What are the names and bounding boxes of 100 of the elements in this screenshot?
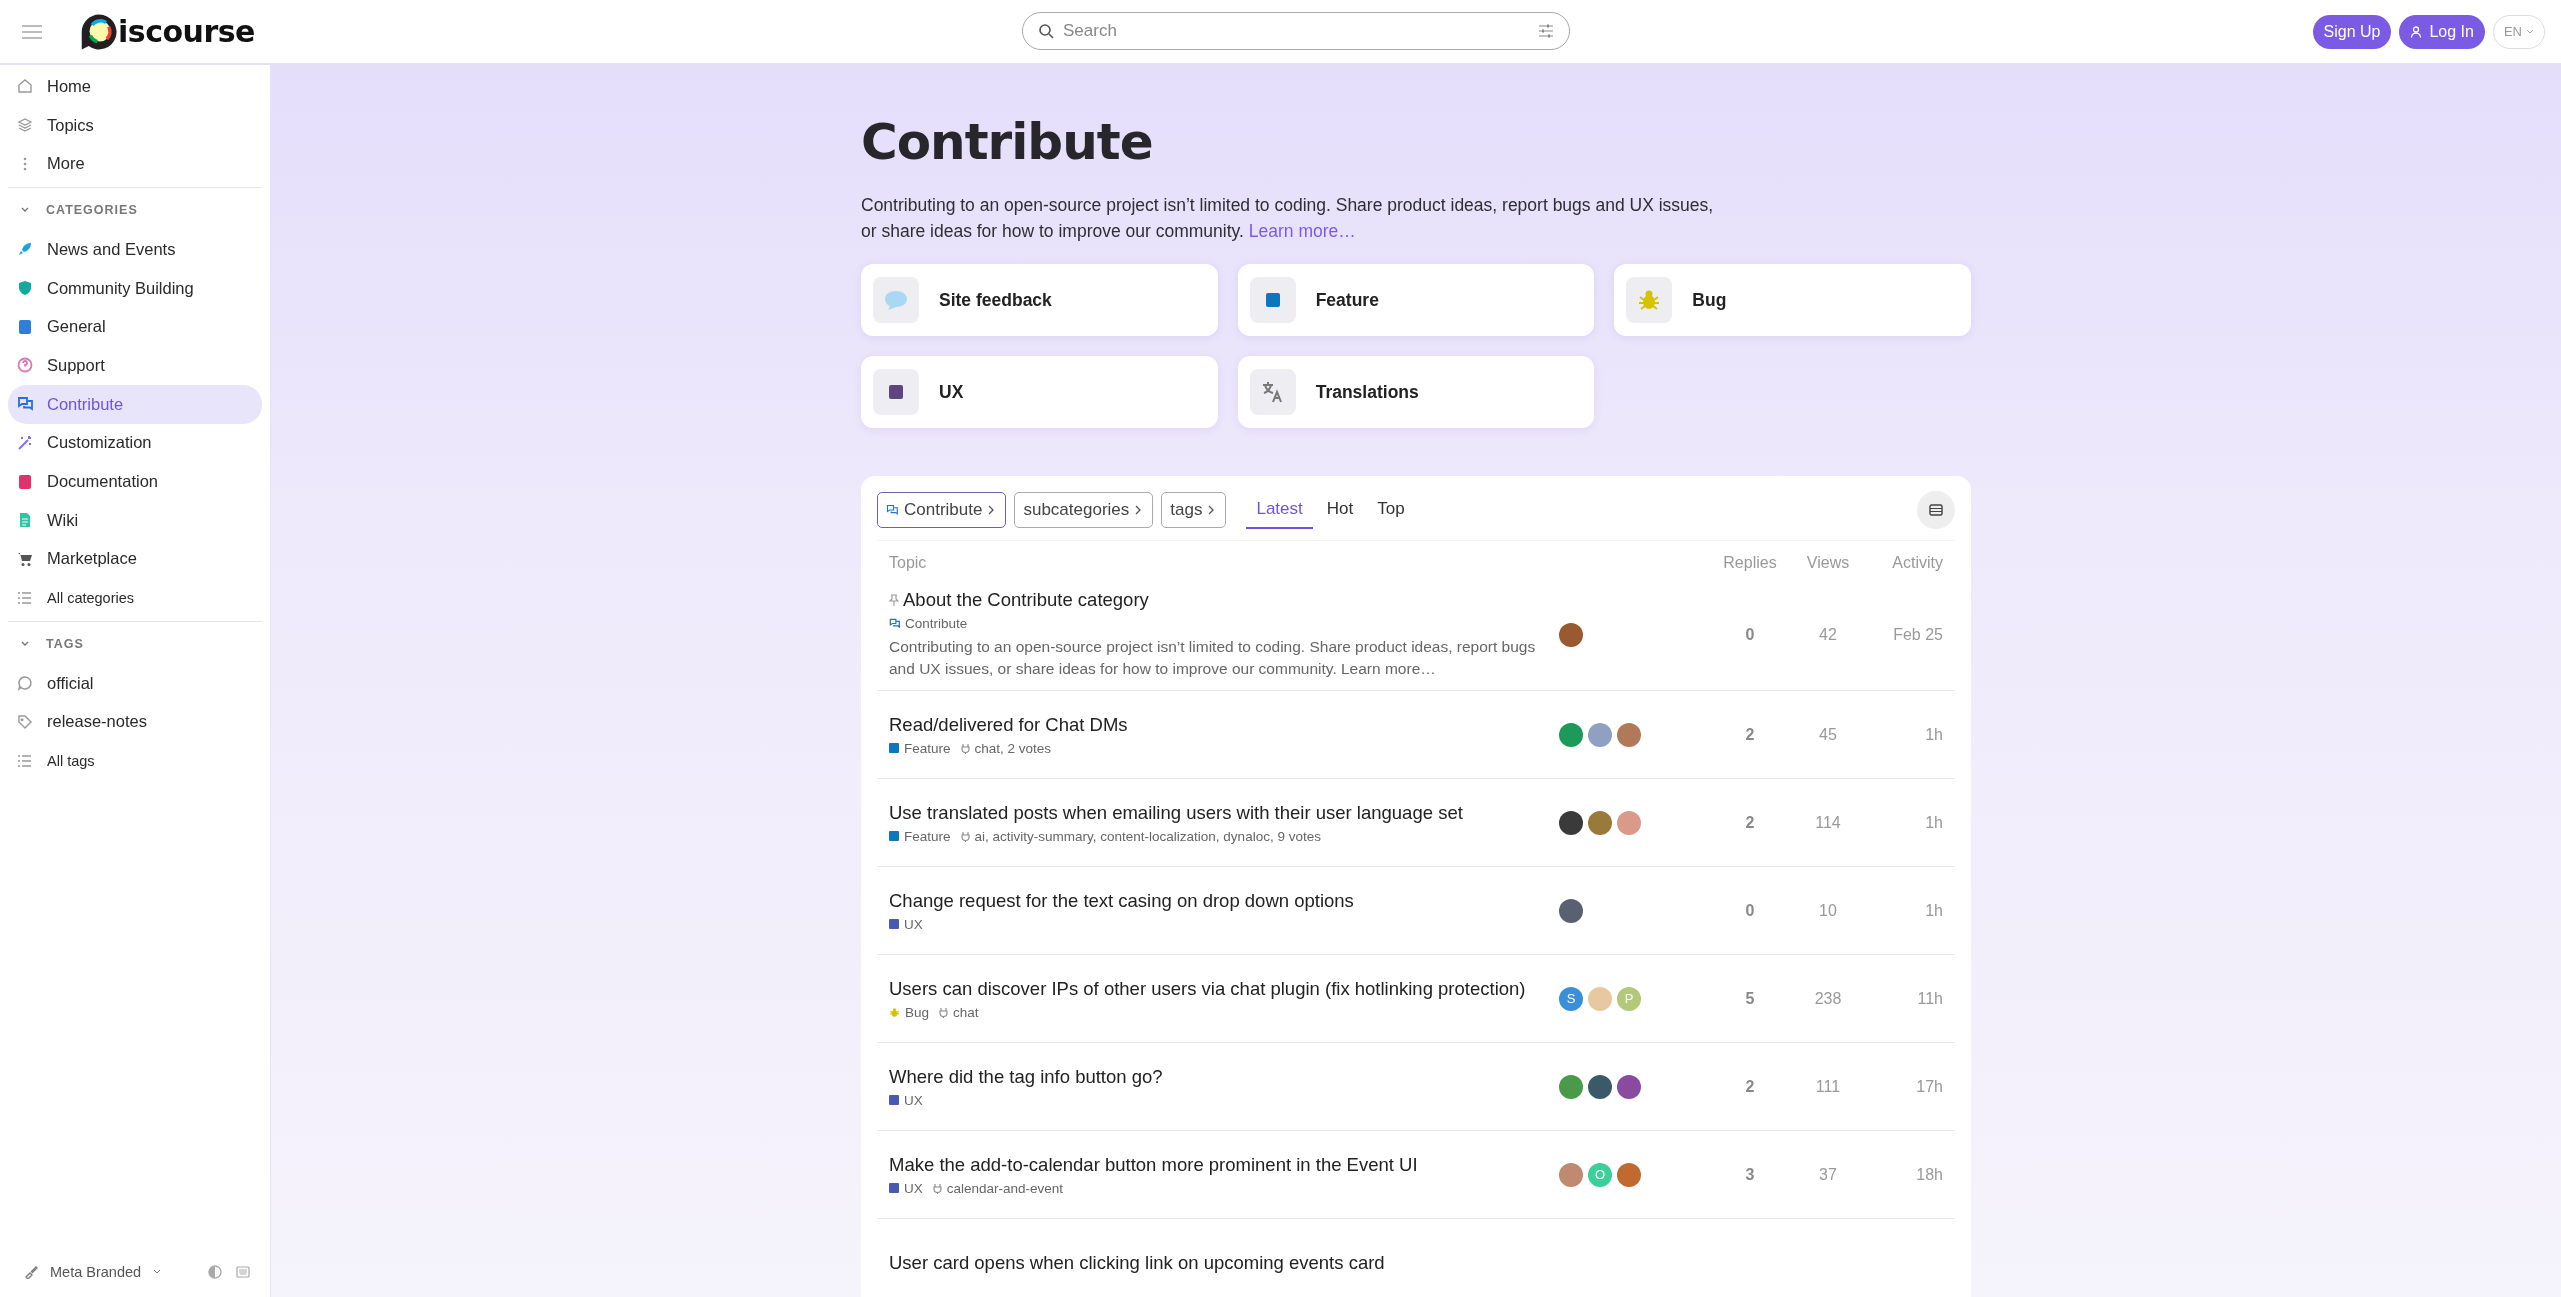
chevron-icon <box>988 505 996 515</box>
log-in-button[interactable]: Log In <box>2399 14 2485 49</box>
plug-icon <box>939 1006 949 1018</box>
topic-category[interactable]: UX <box>889 916 923 932</box>
topic-list-tab[interactable]: Hot <box>1316 491 1364 529</box>
topic-title[interactable]: User card opens when clicking link on upcoming events card <box>889 1251 1385 1274</box>
replies-count: 3 <box>1744 1165 1756 1184</box>
sidebar-item[interactable]: Topics <box>8 105 262 145</box>
tag-icon <box>17 713 33 730</box>
tags-section-header[interactable]: TAGS <box>8 623 262 664</box>
filter-dropdown[interactable]: subcategories <box>1014 492 1154 528</box>
filter-dropdown[interactable]: tags <box>1161 492 1227 528</box>
subcategory-card[interactable]: Site feedback <box>861 264 1218 336</box>
replies-count: 5 <box>1744 989 1756 1008</box>
topic-title[interactable]: Where did the tag info button go? <box>889 1065 1163 1088</box>
learn-more-link[interactable]: Learn more… <box>1248 221 1356 241</box>
sidebar-category-item[interactable]: Support <box>8 346 262 385</box>
list-view-icon <box>1929 504 1943 516</box>
sidebar-category-item[interactable]: Marketplace <box>8 539 262 579</box>
all-categories-link[interactable]: All categories <box>8 578 262 617</box>
list-view-button[interactable] <box>1917 491 1955 529</box>
topic-title[interactable]: Read/delivered for Chat DMs <box>889 713 1128 736</box>
sidebar-category-item[interactable]: Community Building <box>8 268 262 308</box>
search-field[interactable]: Search <box>1022 12 1570 50</box>
plug-icon <box>932 1182 942 1194</box>
filter-icon[interactable] <box>1538 24 1554 38</box>
topic-title[interactable]: Change request for the text casing on drop down options <box>889 889 1354 912</box>
caret-icon <box>153 1269 162 1275</box>
contrast-icon[interactable] <box>208 1265 222 1279</box>
replies-count: 2 <box>1744 1077 1756 1096</box>
filter-dropdown[interactable]: Contribute <box>877 492 1007 528</box>
speech-bubble-icon <box>17 675 33 692</box>
layers-icon <box>17 117 33 134</box>
home-icon <box>17 78 33 95</box>
sidebar-tag-item[interactable]: official <box>8 663 262 703</box>
topic-category[interactable]: Bug <box>889 1004 930 1020</box>
topic-category[interactable]: Contribute <box>889 616 968 631</box>
topic-tags[interactable]: ai, activity-summary, content-localization, dynaloc, 9 votes <box>960 828 1321 844</box>
avatar[interactable] <box>1559 898 1583 923</box>
topic-tags[interactable]: chat <box>939 1004 979 1020</box>
sidebar-category-item[interactable]: Contribute <box>8 384 262 424</box>
replies-count: 2 <box>1744 725 1756 744</box>
sidebar-category-item[interactable]: General <box>8 307 262 347</box>
chevron-icon <box>1135 505 1143 515</box>
topic-category[interactable]: UX <box>889 1092 923 1108</box>
replies-count: 0 <box>1744 901 1756 920</box>
plug-icon <box>960 742 970 754</box>
chat-icon <box>886 504 898 516</box>
list-icon <box>17 752 33 769</box>
topic-category[interactable]: Feature <box>889 828 951 844</box>
views-count: 45 <box>1818 725 1838 744</box>
views-count: 114 <box>1814 813 1842 832</box>
subcategory-card[interactable]: Bug <box>1614 264 1971 336</box>
avatar[interactable] <box>1559 810 1583 835</box>
caret-icon <box>2526 28 2534 35</box>
sidebar-category-item[interactable]: Wiki <box>8 500 262 540</box>
user-icon <box>2410 25 2423 38</box>
views-count: 238 <box>1813 989 1843 1008</box>
pin-icon <box>889 594 899 606</box>
sign-up-button[interactable]: Sign Up <box>2312 14 2392 49</box>
category-title: Contribute <box>861 115 1154 170</box>
sidebar-category-item[interactable]: Customization <box>8 423 262 463</box>
topic-title[interactable]: About the Contribute category <box>889 589 1149 611</box>
topic-title[interactable]: Users can discover IPs of other users via chat plugin (fix hotlinking protection) <box>889 977 1526 1000</box>
chevron-icon <box>20 639 30 648</box>
views-count: 10 <box>1818 901 1838 920</box>
sidebar-tag-item[interactable]: release-notes <box>8 702 262 742</box>
topic-list-tab[interactable]: Latest <box>1246 491 1313 529</box>
site-logo[interactable]: iscourse <box>80 10 255 53</box>
topic-title[interactable]: Use translated posts when emailing users with their user language set <box>889 801 1463 824</box>
topic-category[interactable]: UX <box>889 1180 923 1196</box>
topic-list-tab[interactable]: Top <box>1367 491 1415 529</box>
category-description: Contributing to an open-source project isn’t limited to coding. Share product ideas, report bugs and UX issues, or share ideas for how to improve our community. Learn more… <box>861 194 1715 243</box>
avatar[interactable] <box>1559 622 1583 647</box>
topic-title[interactable]: Make the add-to-calendar button more prominent in the Event UI <box>889 1153 1418 1176</box>
categories-section-header[interactable]: CATEGORIES <box>8 190 262 231</box>
chevron-icon <box>1208 505 1216 515</box>
search-icon <box>1038 23 1054 39</box>
replies-count: 0 <box>1744 625 1756 644</box>
all-tags-link[interactable]: All tags <box>8 741 262 780</box>
avatar[interactable] <box>1617 1074 1641 1099</box>
sidebar-category-item[interactable]: News and Events <box>8 230 262 269</box>
subcategory-card[interactable]: Feature <box>1237 264 1595 336</box>
subcategory-card[interactable]: UX <box>861 356 1218 428</box>
avatar[interactable] <box>1588 1074 1612 1099</box>
brush-icon <box>24 1265 38 1279</box>
views-count: 37 <box>1818 1165 1838 1184</box>
sidebar-item[interactable]: More <box>8 144 262 184</box>
sidebar-item[interactable]: Home <box>8 67 262 106</box>
sidebar-category-item[interactable]: Documentation <box>8 462 262 501</box>
theme-selector[interactable]: Meta Branded <box>24 1264 162 1280</box>
views-count: 42 <box>1818 625 1838 644</box>
list-icon <box>17 589 33 606</box>
topic-excerpt: Contributing to an open-source project isn’t limited to coding. Share product ideas, report bugs and UX issues, or share ideas for how to improve our community. Learn more… <box>889 637 1537 679</box>
keyboard-icon[interactable] <box>236 1266 250 1278</box>
topic-category[interactable]: Feature <box>889 740 951 756</box>
topic-tags[interactable]: chat, 2 votes <box>960 740 1052 756</box>
replies-count: 2 <box>1744 813 1756 832</box>
subcategory-card[interactable]: Translations <box>1237 356 1595 428</box>
topic-tags[interactable]: calendar-and-event <box>932 1180 1064 1196</box>
